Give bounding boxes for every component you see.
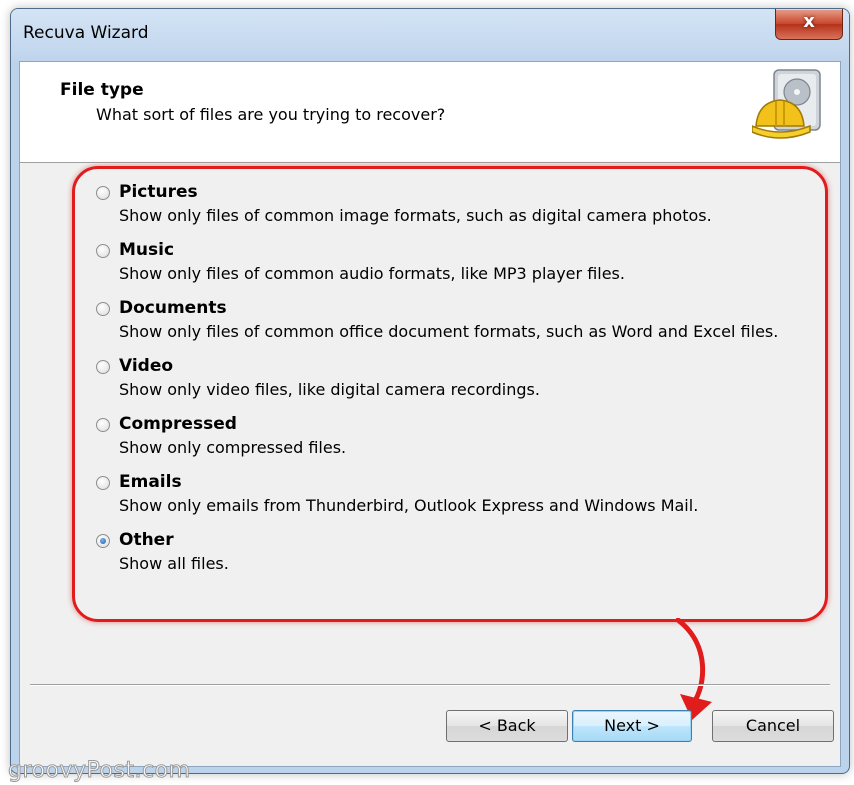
page-title: File type (60, 80, 144, 100)
button-separator (30, 684, 830, 686)
option-pictures[interactable]: Pictures Show only files of common image… (96, 182, 796, 240)
recuva-logo-icon (752, 69, 821, 139)
radio-button[interactable] (96, 244, 110, 258)
option-description: Show only compressed files. (119, 438, 347, 457)
option-description: Show only files of common image formats,… (119, 206, 712, 225)
option-other[interactable]: Other Show all files. (96, 530, 796, 588)
option-label[interactable]: Other (119, 530, 174, 550)
option-documents[interactable]: Documents Show only files of common offi… (96, 298, 796, 356)
window-title: Recuva Wizard (23, 23, 149, 43)
wizard-header: File type What sort of files are you try… (20, 62, 840, 163)
cancel-button[interactable]: Cancel (712, 710, 834, 742)
close-icon: x (803, 11, 815, 32)
option-description: Show only files of common audio formats,… (119, 264, 625, 283)
radio-button[interactable] (96, 476, 110, 490)
option-music[interactable]: Music Show only files of common audio fo… (96, 240, 796, 298)
radio-button[interactable] (96, 360, 110, 374)
option-compressed[interactable]: Compressed Show only compressed files. (96, 414, 796, 472)
option-description: Show all files. (119, 554, 229, 573)
radio-button[interactable] (96, 186, 110, 200)
radio-button[interactable] (96, 302, 110, 316)
option-description: Show only emails from Thunderbird, Outlo… (119, 496, 699, 515)
option-label[interactable]: Music (119, 240, 174, 260)
option-video[interactable]: Video Show only video files, like digita… (96, 356, 796, 414)
recuva-wizard-window: Recuva Wizard x File type What sort of f… (10, 8, 850, 774)
title-bar[interactable]: Recuva Wizard x (11, 9, 849, 61)
wizard-client-area: File type What sort of files are you try… (19, 61, 841, 767)
close-button[interactable]: x (775, 9, 843, 40)
option-label[interactable]: Documents (119, 298, 227, 318)
option-label[interactable]: Pictures (119, 182, 198, 202)
radio-button[interactable] (96, 418, 110, 432)
option-description: Show only files of common office documen… (119, 322, 779, 341)
option-emails[interactable]: Emails Show only emails from Thunderbird… (96, 472, 796, 530)
page-subtitle: What sort of files are you trying to rec… (96, 105, 446, 124)
option-description: Show only video files, like digital came… (119, 380, 540, 399)
option-label[interactable]: Compressed (119, 414, 237, 434)
option-label[interactable]: Video (119, 356, 173, 376)
radio-button-selected[interactable] (96, 534, 110, 548)
back-button[interactable]: < Back (446, 710, 568, 742)
watermark: groovyPost.com (8, 758, 191, 784)
option-label[interactable]: Emails (119, 472, 182, 492)
next-button[interactable]: Next > (572, 710, 692, 742)
file-type-options: Pictures Show only files of common image… (96, 182, 796, 588)
